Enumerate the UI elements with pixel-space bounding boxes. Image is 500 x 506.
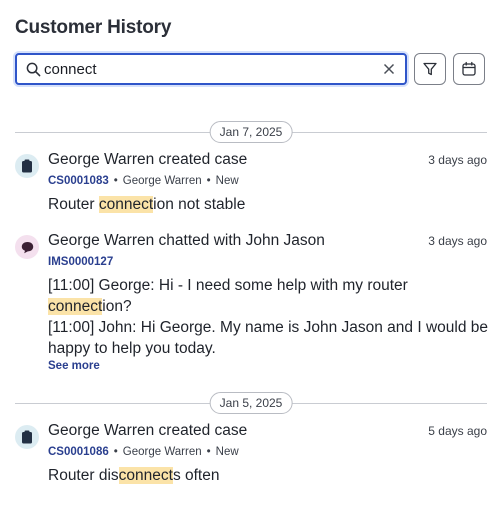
calendar-icon (462, 61, 476, 76)
search-highlight: connect (48, 298, 103, 315)
date-pill: Jan 5, 2025 (209, 392, 293, 414)
entry-meta: CS0001083 • George Warren • New (48, 175, 239, 187)
timestamp: 3 days ago (428, 153, 487, 167)
close-icon[interactable] (383, 63, 395, 75)
calendar-button[interactable] (453, 53, 485, 85)
owner: George Warren (122, 446, 202, 458)
search-icon (26, 62, 41, 77)
search-box[interactable] (15, 53, 407, 85)
entry-heading: George Warren created case (48, 422, 248, 439)
status-badge: New (215, 446, 239, 458)
entry-body: Router connection not stable (48, 196, 246, 213)
case-icon (15, 154, 39, 178)
see-more-link[interactable]: See more (48, 360, 100, 372)
filter-icon (423, 62, 437, 76)
page-title: Customer History (15, 17, 172, 38)
case-id-link[interactable]: CS0001083 (48, 175, 109, 187)
list-item[interactable]: George Warren created case 3 days ago CS… (15, 151, 487, 221)
entry-body: [11:00] George: Hi - I need some help wi… (48, 277, 488, 357)
search-input[interactable] (44, 58, 374, 80)
date-pill: Jan 7, 2025 (209, 121, 293, 143)
search-highlight: connect (118, 467, 173, 484)
timestamp: 3 days ago (428, 234, 487, 248)
search-highlight: connect (98, 196, 154, 213)
chat-id-link[interactable]: IMS0000127 (48, 256, 113, 268)
case-id-link[interactable]: CS0001086 (48, 446, 109, 458)
list-item[interactable]: George Warren chatted with John Jason 3 … (15, 232, 488, 377)
timestamp: 5 days ago (428, 424, 487, 438)
date-separator: Jan 7, 2025 (15, 121, 487, 143)
date-separator: Jan 5, 2025 (15, 392, 487, 414)
case-icon (15, 425, 39, 449)
list-item[interactable]: George Warren created case 5 days ago CS… (15, 422, 487, 492)
status-badge: New (215, 175, 239, 187)
chat-bubble-icon (15, 235, 39, 259)
entry-body: Router disconnects often (48, 467, 220, 484)
entry-heading: George Warren chatted with John Jason (48, 232, 325, 249)
filter-button[interactable] (414, 53, 446, 85)
entry-meta: CS0001086 • George Warren • New (48, 446, 239, 458)
owner: George Warren (122, 175, 202, 187)
entry-meta: IMS0000127 (48, 256, 113, 268)
entry-heading: George Warren created case (48, 151, 248, 168)
